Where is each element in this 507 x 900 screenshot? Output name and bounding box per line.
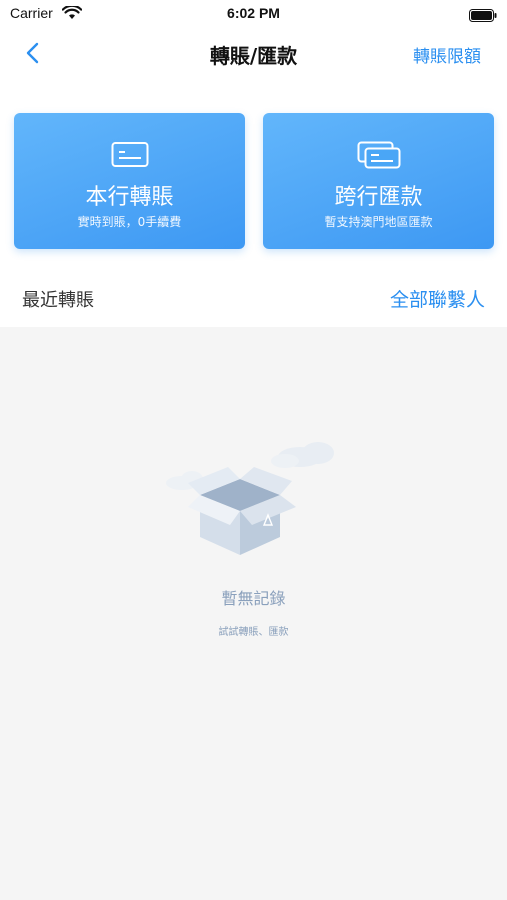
- card-title: 本行轉賬: [85, 185, 174, 210]
- card-subtitle: 實時到賬，0手續費: [77, 215, 182, 229]
- intra-bank-transfer-card[interactable]: 本行轉賬 實時到賬，0手續費: [14, 113, 245, 249]
- battery-icon: [469, 7, 497, 26]
- card-title: 跨行匯款: [334, 185, 423, 210]
- transfer-limit-link[interactable]: 轉賬限額: [413, 42, 481, 67]
- inter-bank-remittance-card[interactable]: 跨行匯款 暫支持澳門地區匯款: [263, 113, 494, 249]
- card-subtitle: 暫支持澳門地區匯款: [324, 215, 433, 229]
- empty-subtitle: 試試轉賬、匯款: [218, 627, 289, 638]
- recent-transfers-header: 最近轉賬 全部聯繫人: [0, 280, 507, 320]
- empty-state: 暫無記錄 試試轉賬、匯款: [0, 327, 507, 900]
- recent-transfers-title: 最近轉賬: [22, 290, 94, 311]
- cards-remit-icon: [263, 141, 494, 169]
- empty-title: 暫無記錄: [221, 589, 286, 608]
- status-bar: Carrier 6:02 PM: [0, 0, 507, 28]
- empty-box-icon: [160, 437, 360, 557]
- all-contacts-link[interactable]: 全部聯繫人: [390, 285, 485, 312]
- status-time: 6:02 PM: [227, 5, 280, 21]
- nav-bar: 轉賬/匯款 轉賬限額: [0, 28, 507, 78]
- card-transfer-icon: [14, 141, 245, 169]
